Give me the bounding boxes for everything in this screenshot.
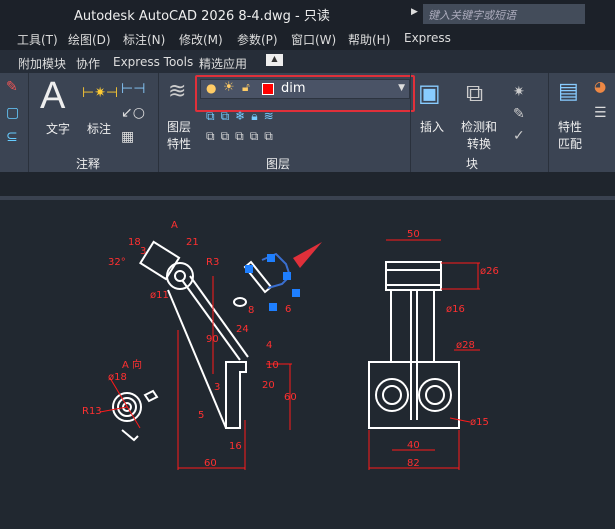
tab-addins[interactable]: 附加模块 [18, 55, 66, 72]
dim-10: 10 [266, 360, 279, 371]
linear-dim-icon[interactable]: ⊢⊣ [121, 81, 145, 97]
layers-panel-title[interactable]: 图层 [266, 155, 290, 172]
insert-icon[interactable]: ▣ [418, 79, 441, 107]
dim-40: 40 [407, 440, 420, 451]
dimension-button[interactable]: 标注 [87, 120, 111, 137]
dim-d18: ø18 [108, 372, 127, 383]
offset-icon[interactable]: ⊆ [6, 129, 18, 145]
menu-help[interactable]: 帮助(H) [348, 31, 390, 48]
drawing-canvas[interactable]: A 21 18 3 32° R3 ø11 90 24 4 10 20 60 3 … [0, 98, 615, 525]
tab-featured-apps[interactable]: 精选应用 [199, 55, 247, 72]
dim-82: 82 [407, 458, 420, 469]
leader-icon[interactable]: ↙○ [121, 105, 145, 121]
dim-21: 21 [186, 237, 199, 248]
dimension-icon[interactable]: ⊢✷⊣ [82, 85, 118, 101]
dim-r13: R13 [82, 406, 102, 417]
annotation-panel-title[interactable]: 注释 [76, 155, 100, 172]
highlight-box [195, 75, 415, 112]
eraser-icon[interactable]: ✎ [6, 79, 18, 95]
dim-d16: ø16 [446, 304, 465, 315]
expand-arrow-icon[interactable]: ▶ [411, 7, 418, 17]
layer-props-l1[interactable]: 图层 [167, 118, 191, 135]
dim-5: 5 [198, 410, 205, 421]
menu-express[interactable]: Express [404, 31, 451, 45]
view-a-label: A 向 [122, 360, 143, 371]
window-title: Autodesk AutoCAD 2026 8-4.dwg - 只读 [74, 9, 330, 24]
dim-24: 24 [236, 324, 249, 335]
dim-20: 20 [262, 380, 275, 391]
dim-90: 90 [206, 334, 219, 345]
dim-32deg: 32° [108, 257, 126, 268]
title-bar: Autodesk AutoCAD 2026 8-4.dwg - 只读 ▶ 键入关… [0, 0, 615, 28]
lineweight-icon[interactable]: ☰ [594, 105, 607, 121]
dim-d26: ø26 [480, 266, 499, 277]
dim-16: 16 [229, 441, 242, 452]
dim-18: 18 [128, 237, 141, 248]
search-input[interactable]: 键入关键字或短语 [423, 4, 585, 24]
color-wheel-icon[interactable]: ◕ [594, 79, 606, 95]
dim-4: 4 [266, 340, 273, 351]
dim-6: 6 [285, 304, 292, 315]
dimension-labels: A 21 18 3 32° R3 ø11 90 24 4 10 20 60 3 … [0, 200, 615, 525]
block-panel-title[interactable]: 块 [466, 155, 478, 172]
dim-r3: R3 [206, 257, 220, 268]
dim-8: 8 [248, 305, 255, 316]
text-icon[interactable]: A [40, 75, 65, 118]
layer-properties-icon[interactable]: ≋ [168, 79, 186, 104]
dim-3b: 3 [214, 382, 221, 393]
detect-icon[interactable]: ⧉ [466, 79, 483, 107]
layer-tools-row2-icon[interactable]: ⧉⧉⧉⧉⧉ [206, 129, 279, 144]
match-l2[interactable]: 匹配 [558, 135, 582, 152]
ribbon-gap [0, 172, 615, 200]
menu-parameter[interactable]: 参数(P) [237, 31, 278, 48]
tab-express-tools[interactable]: Express Tools [113, 55, 193, 69]
dim-d11: ø11 [150, 290, 169, 301]
menu-draw[interactable]: 绘图(D) [68, 31, 111, 48]
layer-props-l2[interactable]: 特性 [167, 135, 191, 152]
dim-d28: ø28 [456, 340, 475, 351]
layer-tools-row1-icon[interactable]: ⧉⧉❄🔒︎≋ [206, 109, 280, 124]
menu-dimension[interactable]: 标注(N) [123, 31, 165, 48]
cube-icon[interactable]: ▢ [6, 105, 19, 121]
detect-l1[interactable]: 检测和 [461, 118, 497, 135]
menu-bar: 工具(T) 绘图(D) 标注(N) 修改(M) 参数(P) 窗口(W) 帮助(H… [0, 28, 615, 50]
table-icon[interactable]: ▦ [121, 129, 134, 145]
text-button[interactable]: 文字 [46, 120, 70, 137]
detect-l2[interactable]: 转换 [467, 135, 491, 152]
menu-tools[interactable]: 工具(T) [17, 31, 58, 48]
minimize-ribbon-icon[interactable]: ▲ [266, 54, 283, 66]
dim-50: 50 [407, 229, 420, 240]
ribbon-panel: ✎ ▢ ⊆ A 文字 ⊢✷⊣ 标注 ⊢⊣ ↙○ ▦ 注释 ≋ 图层 特性 ● ☀… [0, 73, 615, 172]
menu-modify[interactable]: 修改(M) [179, 31, 223, 48]
insert-button[interactable]: 插入 [420, 118, 444, 135]
dim-d15: ø15 [470, 417, 489, 428]
menu-window[interactable]: 窗口(W) [291, 31, 336, 48]
ribbon-tabs: 附加模块 协作 Express Tools 精选应用 ▲ [0, 50, 615, 73]
match-properties-icon[interactable]: ▤ [558, 79, 579, 104]
dim-3a: 3 [140, 246, 147, 257]
match-l1[interactable]: 特性 [558, 118, 582, 135]
dim-60h: 60 [204, 458, 217, 469]
block-tools-icon[interactable]: ✷ ✎ ✓ [513, 81, 525, 147]
dim-a: A [171, 220, 178, 231]
dim-60v: 60 [284, 392, 297, 403]
tab-collaborate[interactable]: 协作 [76, 55, 100, 72]
